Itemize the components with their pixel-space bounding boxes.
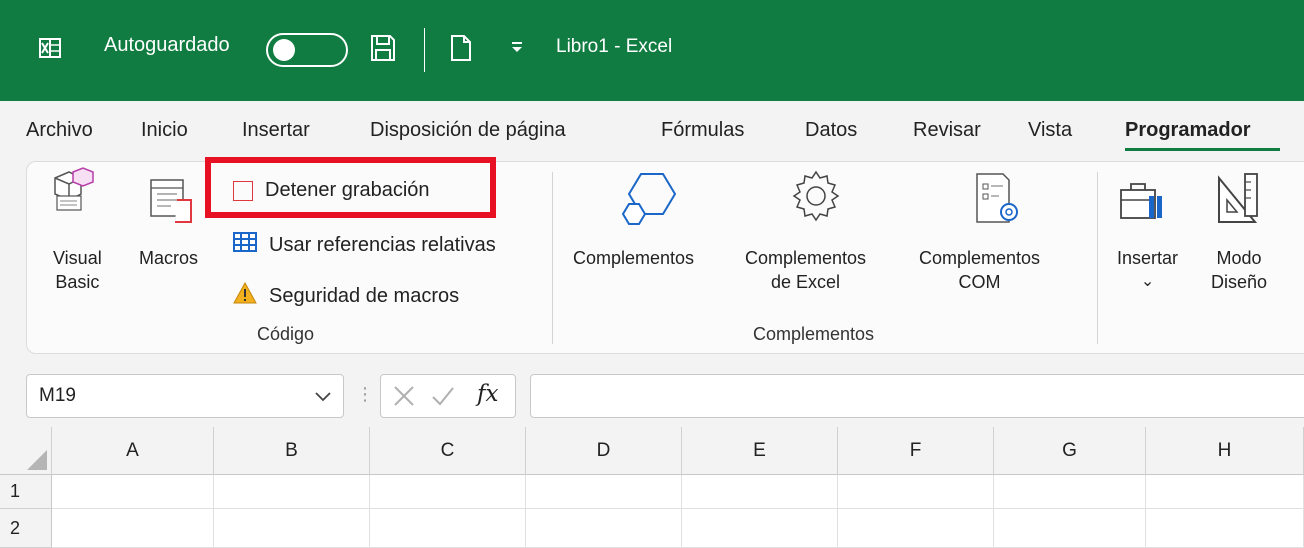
highlight-box [205, 157, 496, 218]
com-addins-icon [975, 172, 1021, 229]
tab-revisar[interactable]: Revisar [913, 119, 981, 142]
cell[interactable] [526, 475, 682, 509]
cell[interactable] [682, 475, 838, 509]
customize-quick-access-icon[interactable] [510, 40, 524, 54]
cell[interactable] [1146, 509, 1304, 548]
column-header[interactable]: D [526, 427, 682, 475]
title-bar: Autoguardado Libro1 - Excel [0, 0, 1304, 101]
tab-inicio[interactable]: Inicio [141, 119, 188, 142]
macros-icon [149, 176, 197, 229]
tab-programador[interactable]: Programador [1125, 119, 1251, 142]
cell[interactable] [682, 509, 838, 548]
cell[interactable] [52, 509, 214, 548]
com-addins-button[interactable]: Complementos COM [919, 246, 1040, 294]
cell[interactable] [370, 509, 526, 548]
column-header[interactable]: H [1146, 427, 1304, 475]
column-header[interactable]: F [838, 427, 994, 475]
toolbox-icon [1119, 178, 1167, 229]
relative-references-label: Usar referencias relativas [269, 233, 496, 256]
cell[interactable] [994, 509, 1146, 548]
chevron-down-icon: ⌄ [1140, 273, 1155, 290]
com-addins-label-1: Complementos [919, 248, 1041, 268]
insert-control-button[interactable]: Insertar ⌄ [1117, 246, 1178, 294]
autosave-label: Autoguardado [104, 34, 230, 56]
design-mode-button[interactable]: Modo Diseño [1211, 246, 1267, 294]
excel-logo-icon [38, 36, 62, 60]
name-box-value: M19 [39, 385, 76, 406]
row-header[interactable]: 2 [0, 509, 52, 548]
new-document-icon[interactable] [450, 34, 472, 62]
column-header[interactable]: G [994, 427, 1146, 475]
column-header[interactable]: E [682, 427, 838, 475]
insert-function-icon[interactable]: fx [477, 381, 498, 407]
ribbon-panel: Visual Basic Macros Detener grabación Us… [26, 157, 1304, 354]
row-header[interactable]: 1 [0, 475, 52, 509]
cell[interactable] [214, 475, 370, 509]
toggle-knob [273, 39, 295, 61]
addins-button[interactable]: Complementos [573, 246, 694, 270]
cell[interactable] [526, 509, 682, 548]
cell[interactable] [1146, 475, 1304, 509]
ribbon-tabs: Archivo Inicio Insertar Disposición de p… [0, 101, 1304, 161]
save-icon[interactable] [370, 34, 396, 62]
confirm-check-icon[interactable] [431, 385, 455, 412]
cell[interactable] [994, 475, 1146, 509]
column-header[interactable]: A [52, 427, 214, 475]
active-tab-indicator [1125, 148, 1280, 151]
insert-control-label: Insertar [1117, 248, 1179, 268]
document-title: Libro1 - Excel [556, 36, 673, 57]
cell[interactable] [838, 509, 994, 548]
formula-actions: fx [380, 374, 516, 418]
tab-disposicion[interactable]: Disposición de página [370, 119, 566, 142]
cell[interactable] [214, 509, 370, 548]
tab-datos[interactable]: Datos [805, 119, 857, 142]
chevron-down-icon[interactable] [315, 389, 331, 407]
gear-icon [789, 168, 843, 227]
excel-addins-button[interactable]: Complementos de Excel [745, 246, 866, 294]
group-separator [1097, 172, 1098, 344]
group-separator [552, 172, 553, 344]
name-box[interactable]: M19 [26, 374, 344, 418]
macros-button[interactable]: Macros [139, 246, 198, 270]
group-label-codigo: Código [257, 324, 315, 344]
group-label-complementos: Complementos [753, 324, 875, 344]
tab-insertar[interactable]: Insertar [242, 119, 310, 142]
column-header[interactable]: C [370, 427, 526, 475]
tab-vista[interactable]: Vista [1028, 119, 1072, 142]
formula-input[interactable] [530, 374, 1304, 418]
excel-addins-label-2: de Excel [771, 272, 841, 292]
visual-basic-button[interactable]: Visual Basic [53, 246, 102, 294]
autosave-toggle[interactable] [266, 33, 348, 67]
table-grid-icon [233, 232, 257, 258]
cell[interactable] [370, 475, 526, 509]
addins-icon [619, 170, 679, 233]
title-divider [424, 28, 425, 72]
column-header[interactable]: B [214, 427, 370, 475]
relative-references-button[interactable]: Usar referencias relativas [233, 232, 496, 258]
spreadsheet-grid: A B C D E F G H 1 2 [0, 427, 1304, 548]
more-options-dots-icon[interactable]: ⋮ [356, 384, 374, 405]
design-mode-label-1: Modo [1216, 248, 1262, 268]
warning-icon [233, 281, 257, 310]
visual-basic-label-1: Visual [53, 248, 102, 268]
visual-basic-label-2: Basic [55, 272, 100, 292]
macro-security-label: Seguridad de macros [269, 284, 460, 307]
cell[interactable] [838, 475, 994, 509]
tab-formulas[interactable]: Fórmulas [661, 119, 744, 142]
macro-security-button[interactable]: Seguridad de macros [233, 281, 460, 310]
visual-basic-icon [51, 166, 95, 217]
select-all-corner[interactable] [0, 427, 52, 475]
cell[interactable] [52, 475, 214, 509]
com-addins-label-2: COM [958, 272, 1001, 292]
design-mode-icon [1215, 172, 1261, 231]
tab-archivo[interactable]: Archivo [26, 119, 93, 142]
design-mode-label-2: Diseño [1211, 272, 1268, 292]
cancel-x-icon[interactable] [393, 385, 415, 412]
excel-addins-label-1: Complementos [745, 248, 867, 268]
